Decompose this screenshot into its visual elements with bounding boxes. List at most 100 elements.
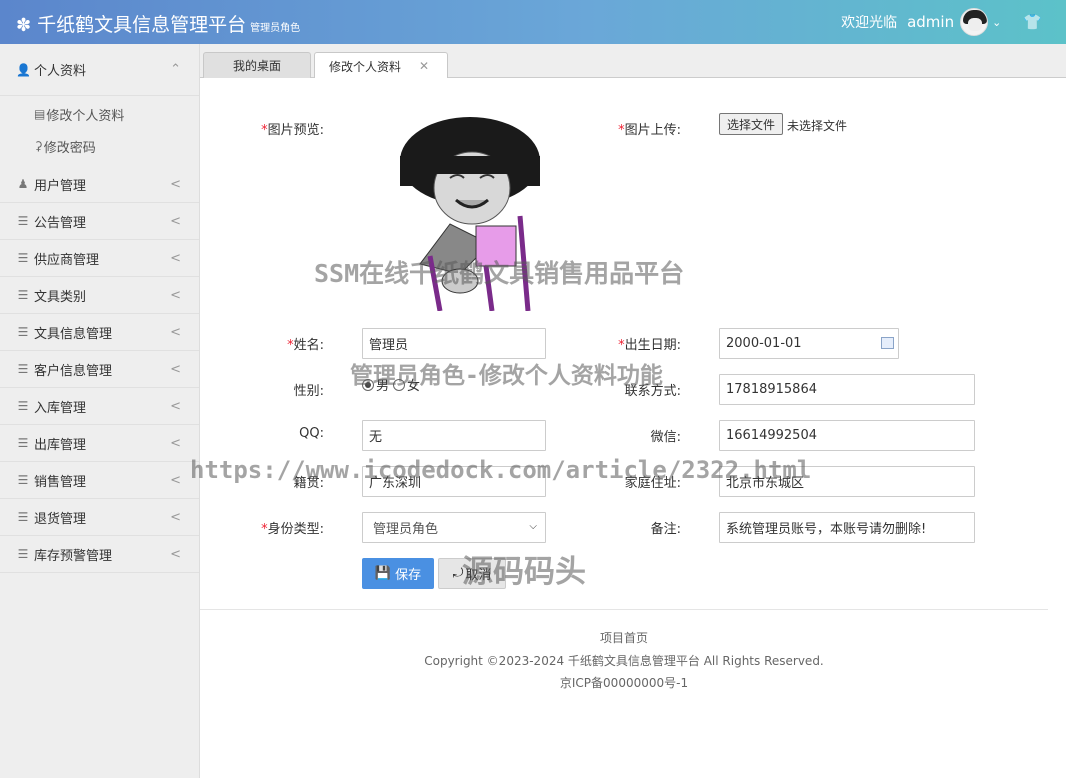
tab-bar: 我的桌面 修改个人资料 ✕ [200, 44, 1066, 79]
birth-label: *出生日期: [618, 338, 681, 353]
calendar-icon[interactable] [881, 337, 894, 349]
sidebar-item-label: 文具信息管理 [34, 326, 113, 342]
save-button[interactable]: 💾 保存 [362, 558, 434, 589]
chevron-left-icon: < [170, 472, 181, 488]
sidebar-item-notices[interactable]: ☰ 公告管理 < [0, 203, 199, 240]
identity-type-label: *身份类型: [261, 522, 324, 537]
sidebar-subitem-label: 修改密码 [43, 140, 96, 156]
sidebar-subitem-change-password[interactable]: ⚳ 修改密码 [0, 130, 199, 162]
chevron-left-icon: < [170, 509, 181, 525]
file-status-text: 未选择文件 [787, 119, 848, 133]
chevron-left-icon: < [170, 324, 181, 340]
users-icon: ♟ [17, 177, 29, 191]
sidebar-item-label: 出库管理 [34, 437, 87, 453]
sidebar-item-label: 销售管理 [34, 474, 87, 490]
sidebar-item-label: 库存预警管理 [34, 548, 113, 564]
name-label: *姓名: [287, 338, 324, 353]
sidebar-item-stock-alert[interactable]: ☰ 库存预警管理 < [0, 536, 199, 573]
qq-field[interactable]: 无 [362, 420, 546, 451]
chevron-left-icon: < [170, 250, 181, 266]
user-icon: 👤 [16, 62, 31, 77]
identity-type-select[interactable]: 管理员角色 ⌵ [362, 512, 546, 543]
sidebar-item-outbound[interactable]: ☰ 出库管理 < [0, 425, 199, 462]
image-preview-label: *图片预览: [261, 123, 324, 138]
watermark-brand: 源码码头 [462, 554, 586, 590]
form-icon: ▤ [34, 107, 46, 121]
username[interactable]: admin [907, 13, 954, 31]
chevron-left-icon: < [170, 176, 181, 192]
brand[interactable]: ✽ 千纸鹤文具信息管理平台 管理员角色 [16, 10, 300, 37]
sidebar-item-stationery[interactable]: ☰ 文具信息管理 < [0, 314, 199, 351]
sidebar-item-label: 公告管理 [34, 215, 87, 231]
sidebar-item-label: 入库管理 [34, 400, 87, 416]
sidebar-item-suppliers[interactable]: ☰ 供应商管理 < [0, 240, 199, 277]
list-icon: ☰ [17, 473, 29, 487]
footer-divider [200, 609, 1048, 610]
chevron-left-icon: < [170, 398, 181, 414]
wechat-label: 微信: [650, 430, 681, 445]
sidebar-item-label: 文具类别 [34, 289, 87, 305]
sidebar-subitem-label: 修改个人资料 [46, 108, 125, 124]
wechat-field[interactable]: 16614992504 [719, 420, 975, 451]
chevron-down-icon: ⌵ [529, 521, 537, 532]
identity-type-value: 管理员角色 [373, 522, 439, 537]
sidebar-item-sales[interactable]: ☰ 销售管理 < [0, 462, 199, 499]
key-icon: ⚳ [34, 139, 43, 153]
tab-label: 我的桌面 [232, 59, 281, 73]
sidebar-item-returns[interactable]: ☰ 退货管理 < [0, 499, 199, 536]
chevron-left-icon: < [170, 287, 181, 303]
sidebar-item-label: 客户信息管理 [34, 363, 113, 379]
image-upload-label: *图片上传: [618, 123, 681, 138]
sidebar-subitem-edit-profile[interactable]: ▤ 修改个人资料 [0, 98, 199, 130]
choose-file-button[interactable]: 选择文件 [719, 113, 784, 135]
chevron-down-icon[interactable]: ⌄ [992, 16, 1001, 29]
watermark-title: SSM在线千纸鹤文具销售用品平台 [314, 259, 685, 288]
main-content: *图片预览: *图片上传: 选择文件 未选择文件 *姓名: 管理员 *出生日期:… [200, 78, 1066, 778]
icp-text[interactable]: 京ICP备00000000号-1 [200, 674, 1048, 691]
contact-field[interactable]: 17818915864 [719, 374, 975, 405]
close-icon[interactable]: ✕ [419, 59, 429, 73]
birth-date-field[interactable]: 2000-01-01 [719, 328, 899, 359]
sidebar-item-label: 个人资料 [34, 64, 87, 79]
sidebar-item-label: 退货管理 [34, 511, 87, 527]
list-icon: ☰ [17, 362, 29, 376]
list-icon: ☰ [17, 325, 29, 339]
save-icon: 💾 [374, 566, 392, 581]
remark-label: 备注: [650, 522, 681, 537]
avatar[interactable] [960, 8, 989, 36]
sidebar-item-label: 用户管理 [34, 178, 87, 194]
list-icon: ☰ [17, 399, 29, 413]
remark-field[interactable]: 系统管理员账号，本账号请勿删除! [719, 512, 975, 543]
theme-shirt-icon[interactable]: 👕 [1023, 13, 1042, 31]
name-field[interactable]: 管理员 [362, 328, 546, 359]
tab-label: 修改个人资料 [329, 59, 402, 74]
birth-date-value: 2000-01-01 [726, 336, 802, 351]
sidebar-item-users[interactable]: ♟ 用户管理 < [0, 166, 199, 203]
list-icon: ☰ [17, 214, 29, 228]
chevron-up-icon: ⌃ [170, 62, 181, 77]
sidebar-item-categories[interactable]: ☰ 文具类别 < [0, 277, 199, 314]
gear-icon: ✽ [16, 15, 32, 36]
watermark-subtitle: 管理员角色-修改个人资料功能 [350, 363, 663, 389]
list-icon: ☰ [17, 436, 29, 450]
top-header: ✽ 千纸鹤文具信息管理平台 管理员角色 欢迎光临 admin ⌄ 👕 [0, 0, 1066, 44]
sidebar-item-profile[interactable]: 👤 个人资料 ⌃ [0, 44, 199, 96]
sidebar-item-label: 供应商管理 [34, 252, 100, 268]
tab-desktop[interactable]: 我的桌面 [203, 52, 311, 78]
chevron-left-icon: < [170, 213, 181, 229]
save-label: 保存 [395, 568, 422, 583]
list-icon: ☰ [17, 288, 29, 302]
watermark-url: https://www.icodedock.com/article/2322.h… [190, 456, 812, 484]
qq-label: QQ: [299, 426, 324, 441]
role-subtitle: 管理员角色 [250, 23, 301, 34]
tab-edit-profile[interactable]: 修改个人资料 ✕ [314, 52, 448, 79]
sidebar-item-customers[interactable]: ☰ 客户信息管理 < [0, 351, 199, 388]
gender-label: 性别: [293, 384, 324, 399]
chevron-left-icon: < [170, 435, 181, 451]
welcome-text: 欢迎光临 [841, 15, 898, 31]
sidebar: 👤 个人资料 ⌃ ▤ 修改个人资料 ⚳ 修改密码 ♟ 用户管理 < ☰ 公告管理… [0, 44, 200, 778]
sidebar-item-inbound[interactable]: ☰ 入库管理 < [0, 388, 199, 425]
app-title: 千纸鹤文具信息管理平台 [37, 14, 247, 36]
home-link[interactable]: 项目首页 [200, 629, 1048, 646]
list-icon: ☰ [17, 251, 29, 265]
